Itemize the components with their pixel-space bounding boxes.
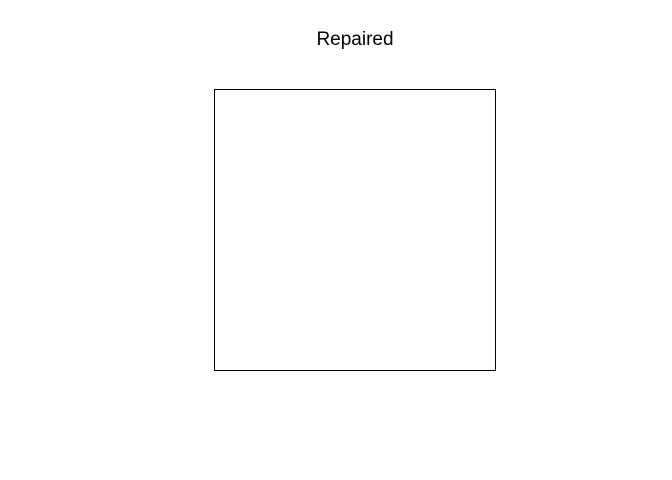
plot-frame — [214, 89, 496, 371]
plot-title: Repaired — [316, 29, 394, 50]
